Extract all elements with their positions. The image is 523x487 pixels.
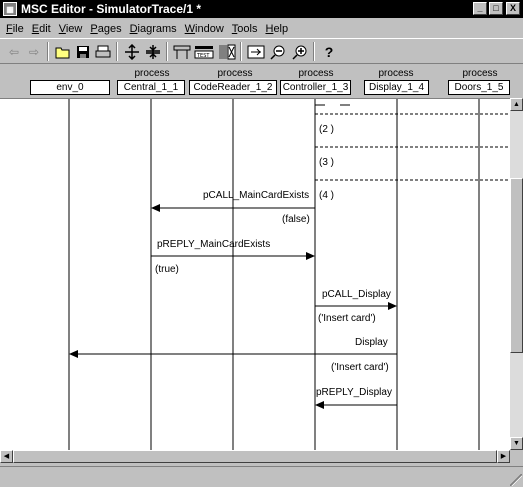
menu-tools[interactable]: Tools: [228, 23, 262, 35]
forward-icon[interactable]: ⇨: [24, 42, 44, 61]
menu-diagrams[interactable]: Diagrams: [126, 23, 181, 35]
menu-view[interactable]: View: [55, 23, 87, 35]
menu-label: ools: [237, 22, 258, 35]
msc-diagram-canvas[interactable]: (2 ) (3 ) (4 ) pCALL_MainCardExists (fal…: [0, 98, 510, 450]
menu-label: ages: [97, 22, 122, 35]
horizontal-scrollbar[interactable]: ◀ ▶: [0, 450, 510, 463]
arrow-head: [306, 252, 315, 260]
instance-head-env[interactable]: env_0: [30, 80, 110, 95]
condition-label[interactable]: (4 ): [319, 190, 334, 201]
instance-kind: process: [217, 68, 253, 79]
title-bar: ▦ MSC Editor - SimulatorTrace/1 * _ □ X: [0, 0, 523, 18]
message-label-m2[interactable]: pREPLY_MainCardExists: [157, 239, 270, 250]
toolbar-separator: [313, 42, 315, 61]
message-label-m5[interactable]: pREPLY_Display: [316, 387, 392, 398]
instance-kind: process: [462, 68, 498, 79]
zoom-in-icon[interactable]: [290, 42, 310, 61]
toolbar-separator: [240, 42, 242, 61]
resize-grip[interactable]: [510, 474, 522, 486]
menu-mnemonic: D: [129, 22, 138, 35]
scroll-thumb-vertical[interactable]: [510, 178, 523, 353]
menu-mnemonic: P: [90, 22, 98, 35]
menu-label: ile: [12, 22, 24, 35]
message-icon[interactable]: [246, 42, 266, 61]
close-button[interactable]: X: [506, 2, 520, 15]
instance-kind: process: [298, 68, 334, 79]
scroll-left-button[interactable]: ◀: [0, 450, 13, 463]
toolbar-separator: [166, 42, 168, 61]
message-param-m2[interactable]: (true): [155, 264, 179, 275]
menu-label: iew: [65, 22, 83, 35]
arrow-head: [388, 302, 397, 310]
compress-vertical-icon[interactable]: [143, 42, 163, 61]
menu-edit[interactable]: Edit: [28, 23, 55, 35]
message-label-m3[interactable]: pCALL_Display: [322, 289, 391, 300]
menu-mnemonic: F: [6, 22, 13, 35]
menu-label: iagrams: [137, 22, 177, 35]
instance-head-doors[interactable]: Doors_1_5: [448, 80, 510, 95]
menu-label: indow: [195, 22, 224, 35]
scroll-up-button[interactable]: ▲: [510, 98, 523, 111]
test-icon[interactable]: TEST: [194, 42, 214, 61]
save-icon[interactable]: [73, 42, 93, 61]
instance-head-controller[interactable]: Controller_1_3: [280, 80, 351, 95]
menu-mnemonic: E: [31, 22, 40, 35]
scroll-right-button[interactable]: ▶: [497, 450, 510, 463]
menu-label: dit: [39, 22, 51, 35]
toolbar-separator: [116, 42, 118, 61]
maximize-button[interactable]: □: [489, 2, 503, 15]
instance-head-display[interactable]: Display_1_4: [364, 80, 429, 95]
menu-mnemonic: W: [184, 22, 196, 35]
menu-bar: File Edit View Pages Diagrams Window Tools Help: [0, 19, 523, 38]
message-label-m4[interactable]: Display: [355, 337, 388, 348]
back-icon[interactable]: ⇦: [4, 42, 24, 61]
message-param-m4[interactable]: ('Insert card'): [331, 362, 389, 373]
menu-mnemonic: V: [58, 22, 66, 35]
msc-diagram: [68, 99, 510, 450]
menu-file[interactable]: File: [2, 23, 28, 35]
scroll-down-button[interactable]: ▼: [510, 437, 523, 450]
toolbar-separator: [47, 42, 49, 61]
scrollbar-corner: [510, 450, 523, 463]
app-icon[interactable]: ▦: [3, 2, 17, 16]
message-param-m3[interactable]: ('Insert card'): [318, 313, 376, 324]
condition-label[interactable]: (3 ): [319, 157, 334, 168]
instance-kind: process: [378, 68, 414, 79]
scroll-thumb-horizontal[interactable]: [13, 450, 497, 463]
help-icon[interactable]: ?: [319, 42, 339, 61]
arrow-head: [315, 401, 324, 409]
delete-column-icon[interactable]: [217, 42, 237, 61]
menu-window[interactable]: Window: [181, 23, 228, 35]
message-label-m1[interactable]: pCALL_MainCardExists: [203, 190, 309, 201]
condition-label[interactable]: (2 ): [319, 124, 334, 135]
svg-text:TEST: TEST: [196, 53, 210, 59]
status-bar: [0, 466, 523, 487]
vertical-scrollbar[interactable]: ▲ ▼: [510, 98, 523, 450]
menu-help[interactable]: Help: [261, 23, 292, 35]
open-icon[interactable]: [53, 42, 73, 61]
toolbar: ⇦ ⇨ TEST ?: [0, 38, 523, 64]
instance-kind: process: [134, 68, 170, 79]
expand-vertical-icon[interactable]: [122, 42, 142, 61]
message-param-m1[interactable]: (false): [282, 214, 310, 225]
instance-head-central[interactable]: Central_1_1: [117, 80, 185, 95]
minimize-button[interactable]: _: [473, 2, 487, 15]
arrow-head: [151, 204, 160, 212]
instance-header: env_0 process Central_1_1 process CodeRe…: [0, 66, 523, 96]
window-title: MSC Editor - SimulatorTrace/1 *: [21, 2, 202, 16]
arrow-head: [69, 350, 78, 358]
menu-pages[interactable]: Pages: [86, 23, 125, 35]
zoom-out-icon[interactable]: [268, 42, 288, 61]
menu-label: elp: [273, 22, 289, 35]
print-icon[interactable]: [93, 42, 113, 61]
instance-head-codereader[interactable]: CodeReader_1_2: [189, 80, 277, 95]
instance-icon[interactable]: [172, 42, 192, 61]
